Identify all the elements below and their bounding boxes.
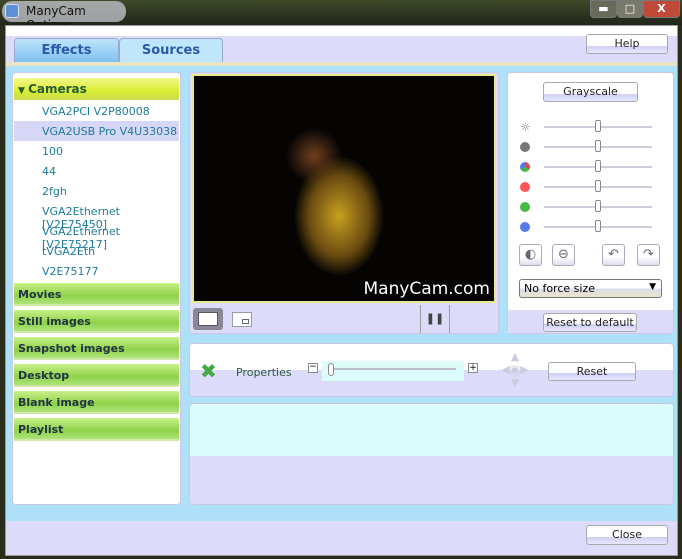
close-button[interactable]: Close	[586, 525, 668, 545]
watermark: ManyCam.com	[363, 279, 490, 299]
close-window-button[interactable]: X	[643, 0, 680, 18]
cameras-header[interactable]: ▼ Cameras	[14, 78, 179, 100]
video-preview: ManyCam.com	[192, 74, 496, 303]
dropdown-arrow-icon: ▼	[649, 282, 656, 292]
properties-reset-button[interactable]: Reset	[548, 362, 636, 381]
maximize-button[interactable]: □	[617, 0, 643, 18]
green-icon	[520, 202, 530, 212]
adjust-slider-thumb[interactable]	[595, 180, 601, 192]
flip-horizontal-button[interactable]: ◐	[519, 244, 542, 266]
tab-effects[interactable]: Effects	[14, 38, 119, 63]
tools-icon: ✖	[200, 359, 217, 383]
header-strip	[6, 26, 677, 36]
force-size-select[interactable]: No force size ▼	[519, 279, 662, 298]
zoom-slider[interactable]	[330, 368, 456, 370]
camera-item[interactable]: VGA2USB Pro V4U33038	[14, 121, 179, 141]
adjust-slider-thumb[interactable]	[595, 160, 601, 172]
grayscale-button[interactable]: Grayscale	[543, 82, 638, 102]
properties-details-panel	[189, 403, 674, 505]
zoom-in-button[interactable]: +	[468, 363, 478, 373]
adjust-slider-thumb[interactable]	[595, 200, 601, 212]
zoom-out-button[interactable]: −	[308, 363, 318, 373]
camera-item[interactable]: 44	[14, 161, 179, 181]
rotate-left-button[interactable]: ↶	[602, 244, 625, 266]
fullscreen-icon	[198, 312, 218, 326]
camera-item[interactable]: 100	[14, 141, 179, 161]
rotate-right-button[interactable]: ↷	[637, 244, 660, 266]
section-snapshot-images[interactable]: Snapshot images	[14, 337, 179, 360]
section-blank-image[interactable]: Blank image	[14, 391, 179, 414]
adjust-slider-thumb[interactable]	[595, 220, 601, 232]
contrast-icon	[520, 142, 530, 152]
camera-item[interactable]: VGA2Ethernet [V2E75450]	[14, 201, 179, 231]
brightness-icon: ☼	[520, 120, 531, 134]
pan-control[interactable]: ▲ ◀▣▶ ▼	[494, 350, 536, 390]
section-desktop[interactable]: Desktop	[14, 364, 179, 387]
zoom-track-bg	[322, 361, 464, 381]
app-icon	[5, 4, 19, 18]
camera-item[interactable]: tVGA2Eth	[14, 241, 179, 261]
force-size-value: No force size	[524, 282, 595, 295]
adjust-slider-thumb[interactable]	[595, 140, 601, 152]
minimize-button[interactable]: ▬	[590, 0, 617, 18]
help-button[interactable]: Help	[586, 34, 668, 54]
section-still-images[interactable]: Still images	[14, 310, 179, 333]
expand-arrow-icon: ▼	[18, 86, 29, 96]
flip-vertical-button[interactable]: ⊖	[552, 244, 575, 266]
fullscreen-view-button[interactable]	[193, 308, 223, 330]
red-icon	[520, 182, 530, 192]
saturation-icon	[520, 162, 530, 172]
section-playlist[interactable]: Playlist	[14, 418, 179, 441]
reset-to-default-button[interactable]: Reset to default	[543, 313, 637, 332]
properties-label: Properties	[236, 366, 292, 379]
camera-item[interactable]: VGA2Ethernet [V2E75217]	[14, 221, 179, 251]
pip-view-button[interactable]	[232, 312, 252, 327]
tab-sources[interactable]: Sources	[119, 38, 223, 63]
camera-item[interactable]: 2fgh	[14, 181, 179, 201]
window-title: ManyCam Options	[2, 1, 126, 32]
camera-item[interactable]: V2E75177	[14, 261, 179, 281]
pause-button[interactable]: ❚❚	[420, 305, 450, 333]
camera-item[interactable]: VGA2PCI V2P80008	[14, 101, 179, 121]
adjust-slider-thumb[interactable]	[595, 120, 601, 132]
zoom-slider-thumb[interactable]	[328, 363, 334, 376]
blue-icon	[520, 222, 530, 232]
section-movies[interactable]: Movies	[14, 283, 179, 306]
cameras-label: Cameras	[28, 82, 87, 96]
pip-icon	[242, 319, 249, 324]
